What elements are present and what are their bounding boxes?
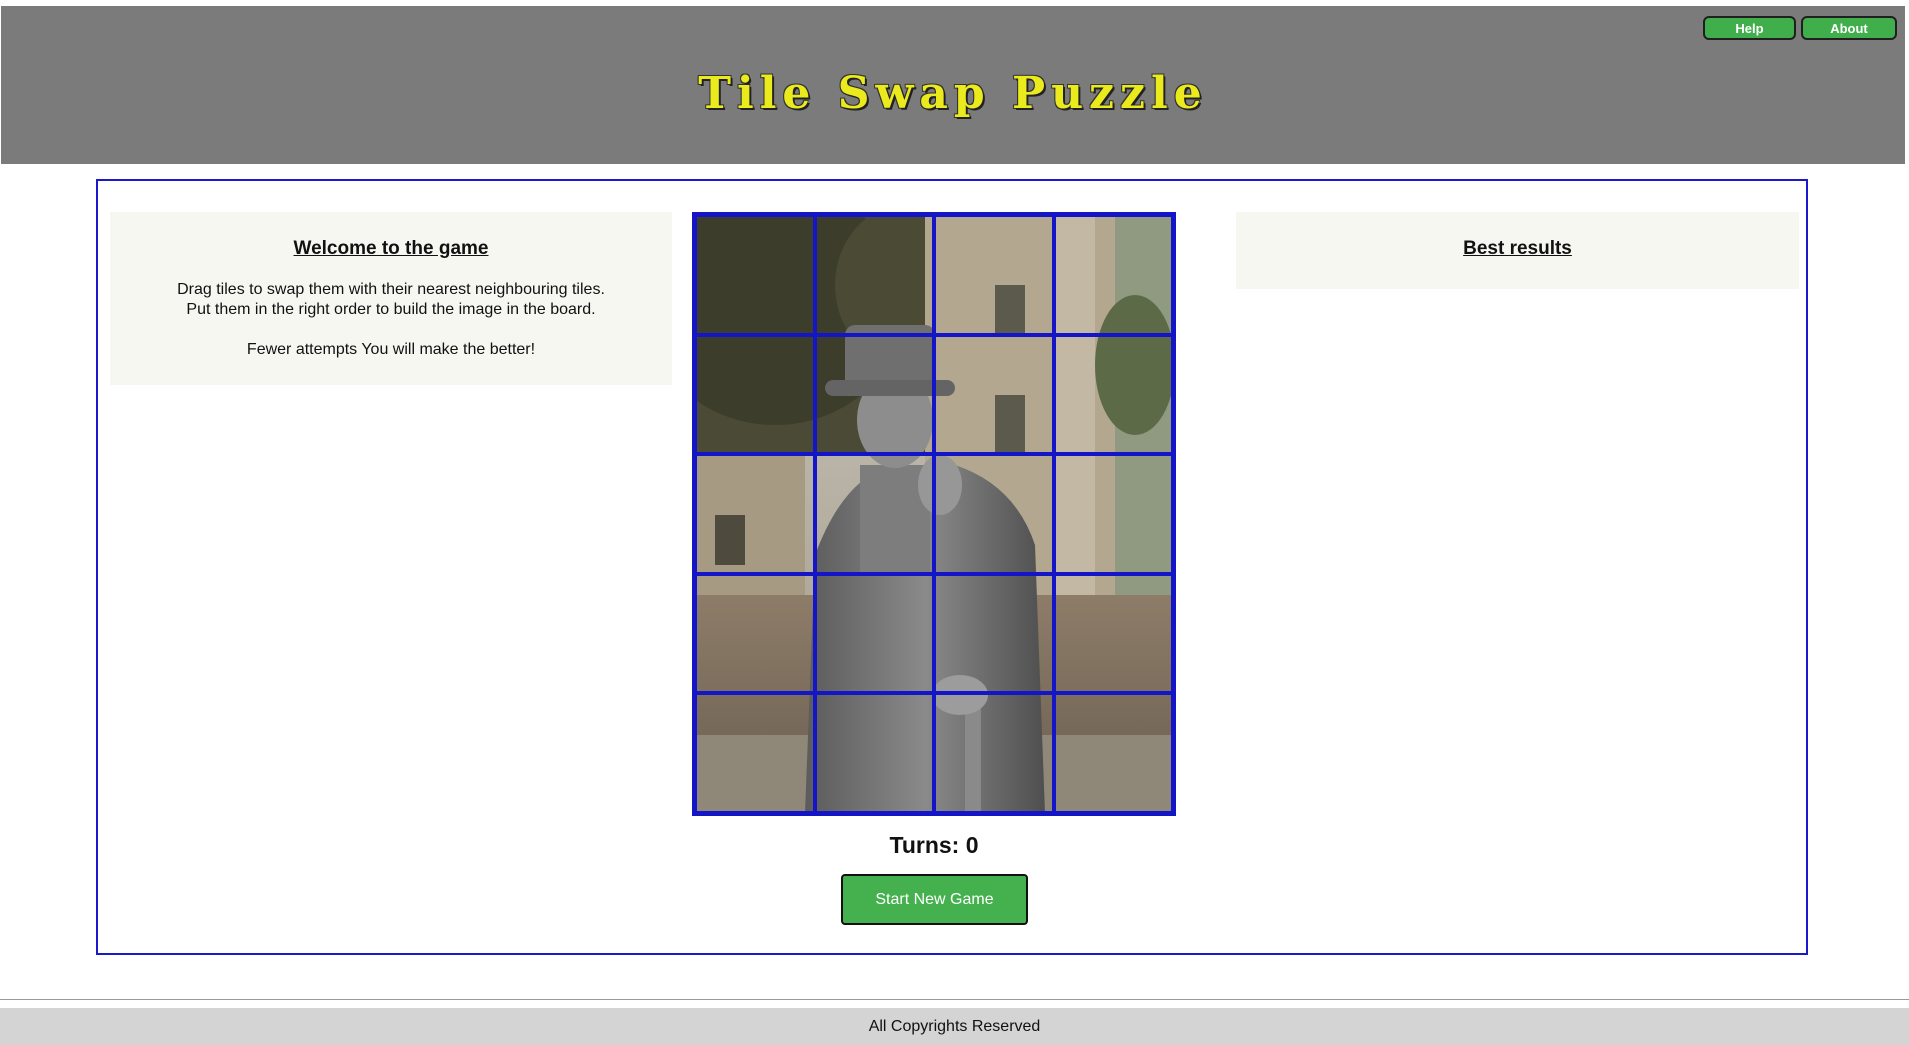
puzzle-tile[interactable] xyxy=(695,693,815,813)
puzzle-tile[interactable] xyxy=(815,693,935,813)
footer: All Copyrights Reserved xyxy=(0,1008,1909,1045)
puzzle-tile[interactable] xyxy=(815,335,935,455)
instruction-line-3: Fewer attempts You will make the better! xyxy=(246,341,536,358)
puzzle-tile[interactable] xyxy=(695,574,815,694)
footer-divider xyxy=(0,999,1909,1000)
puzzle-tile[interactable] xyxy=(695,215,815,335)
start-new-game-button[interactable]: Start New Game xyxy=(841,874,1028,925)
puzzle-tile[interactable] xyxy=(934,454,1054,574)
about-button[interactable]: About xyxy=(1801,16,1897,40)
help-button[interactable]: Help xyxy=(1703,16,1796,40)
puzzle-tile[interactable] xyxy=(934,335,1054,455)
puzzle-tile[interactable] xyxy=(815,574,935,694)
puzzle-tile[interactable] xyxy=(1054,693,1174,813)
header-bar: Tile Swap Puzzle Help About xyxy=(1,6,1905,164)
puzzle-tile[interactable] xyxy=(695,454,815,574)
puzzle-tile[interactable] xyxy=(1054,215,1174,335)
puzzle-tile[interactable] xyxy=(934,215,1054,335)
puzzle-tile[interactable] xyxy=(934,693,1054,813)
welcome-heading: Welcome to the game xyxy=(293,238,489,259)
game-title: Tile Swap Puzzle xyxy=(698,68,1208,119)
instruction-line-1: Drag tiles to swap them with their neare… xyxy=(177,281,605,298)
puzzle-tile[interactable] xyxy=(695,335,815,455)
puzzle-tile[interactable] xyxy=(1054,335,1174,455)
best-results-panel: Best results xyxy=(1236,212,1799,289)
best-results-heading: Best results xyxy=(1463,238,1572,259)
puzzle-tile[interactable] xyxy=(1054,574,1174,694)
puzzle-tile[interactable] xyxy=(934,574,1054,694)
puzzle-board xyxy=(692,212,1176,816)
puzzle-tile[interactable] xyxy=(1054,454,1174,574)
puzzle-tile[interactable] xyxy=(815,215,935,335)
copyright-text: All Copyrights Reserved xyxy=(868,1018,1041,1035)
instruction-line-2: Put them in the right order to build the… xyxy=(186,301,596,318)
puzzle-tile[interactable] xyxy=(815,454,935,574)
game-container: Welcome to the game Drag tiles to swap t… xyxy=(96,179,1808,955)
welcome-panel: Welcome to the game Drag tiles to swap t… xyxy=(110,212,672,385)
turns-counter: Turns: 0 xyxy=(889,832,979,858)
